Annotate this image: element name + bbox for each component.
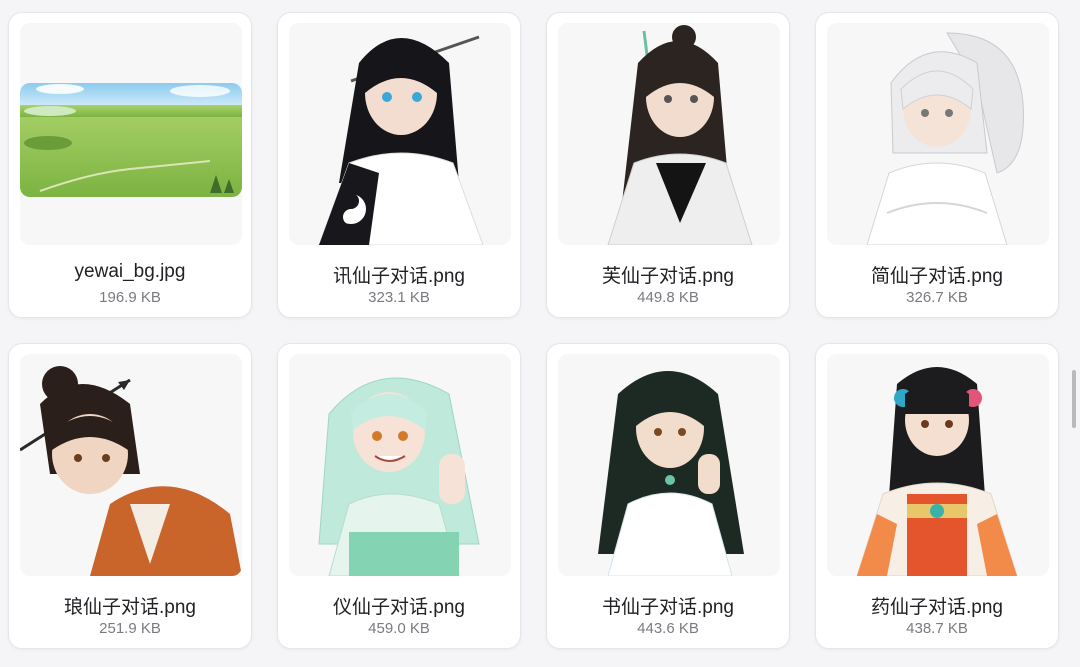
file-size: 438.7 KB bbox=[906, 620, 968, 637]
file-card-yi[interactable]: 仪仙子对话.png 459.0 KB bbox=[277, 343, 521, 649]
file-size: 443.6 KB bbox=[637, 620, 699, 637]
vertical-scrollbar[interactable] bbox=[1072, 370, 1076, 428]
portrait-preview bbox=[558, 354, 780, 576]
file-size: 251.9 KB bbox=[99, 620, 161, 637]
file-card-yewai-bg[interactable]: yewai_bg.jpg 196.9 KB bbox=[8, 12, 252, 318]
file-name: 药仙子对话.png bbox=[871, 597, 1003, 618]
image-thumbnail bbox=[827, 23, 1049, 245]
file-name: 讯仙子对话.png bbox=[333, 266, 465, 287]
portrait-preview bbox=[827, 23, 1049, 245]
image-thumbnail bbox=[20, 354, 242, 576]
file-grid: yewai_bg.jpg 196.9 KB 讯仙子对话.png 323.1 KB bbox=[0, 0, 1080, 667]
file-name: 仪仙子对话.png bbox=[333, 597, 465, 618]
file-name: 简仙子对话.png bbox=[871, 266, 1003, 287]
portrait-preview bbox=[289, 23, 511, 245]
file-card-xun[interactable]: 讯仙子对话.png 323.1 KB bbox=[277, 12, 521, 318]
image-thumbnail bbox=[289, 354, 511, 576]
file-card-shu[interactable]: 书仙子对话.png 443.6 KB bbox=[546, 343, 790, 649]
file-name: 书仙子对话.png bbox=[602, 597, 734, 618]
image-thumbnail bbox=[558, 23, 780, 245]
portrait-preview bbox=[289, 354, 511, 576]
file-size: 323.1 KB bbox=[368, 289, 430, 306]
file-name: 芙仙子对话.png bbox=[602, 266, 734, 287]
portrait-preview bbox=[558, 23, 780, 245]
image-thumbnail bbox=[558, 354, 780, 576]
file-card-lang[interactable]: 琅仙子对话.png 251.9 KB bbox=[8, 343, 252, 649]
image-thumbnail bbox=[827, 354, 1049, 576]
file-size: 449.8 KB bbox=[637, 289, 699, 306]
portrait-preview bbox=[20, 354, 242, 576]
image-thumbnail bbox=[289, 23, 511, 245]
file-card-yao[interactable]: 药仙子对话.png 438.7 KB bbox=[815, 343, 1059, 649]
landscape-preview bbox=[20, 23, 242, 245]
portrait-preview bbox=[827, 354, 1049, 576]
file-card-jian[interactable]: 简仙子对话.png 326.7 KB bbox=[815, 12, 1059, 318]
file-card-fu[interactable]: 芙仙子对话.png 449.8 KB bbox=[546, 12, 790, 318]
file-name: yewai_bg.jpg bbox=[74, 261, 186, 282]
file-size: 196.9 KB bbox=[99, 289, 161, 306]
image-thumbnail bbox=[20, 23, 242, 245]
file-size: 326.7 KB bbox=[906, 289, 968, 306]
file-size: 459.0 KB bbox=[368, 620, 430, 637]
file-name: 琅仙子对话.png bbox=[64, 597, 196, 618]
